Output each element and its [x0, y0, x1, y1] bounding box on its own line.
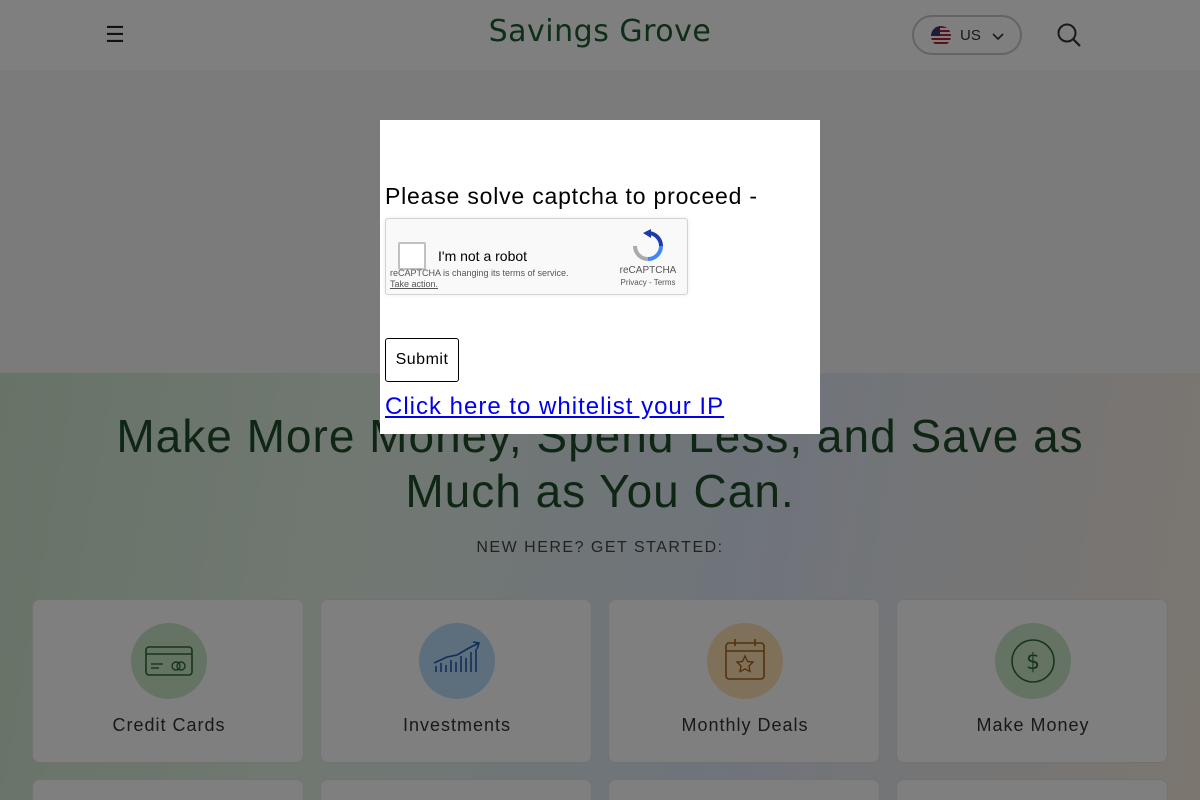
captcha-modal: Please solve captcha to proceed - I'm no…: [380, 120, 820, 434]
recaptcha-widget: I'm not a robot reCAPTCHA is changing it…: [385, 218, 688, 295]
whitelist-ip-link[interactable]: Click here to whitelist your IP: [385, 393, 724, 421]
submit-button[interactable]: Submit: [385, 338, 459, 382]
recaptcha-privacy-terms[interactable]: Privacy - Terms: [612, 278, 684, 287]
captcha-message: Please solve captcha to proceed -: [385, 183, 758, 209]
recaptcha-notice: reCAPTCHA is changing its terms of servi…: [390, 268, 569, 278]
recaptcha-logo-icon: [633, 229, 663, 261]
recaptcha-checkbox[interactable]: [398, 242, 426, 270]
recaptcha-take-action-link[interactable]: Take action.: [390, 279, 438, 289]
recaptcha-label: I'm not a robot: [438, 248, 528, 264]
recaptcha-brand: reCAPTCHA: [619, 265, 677, 276]
